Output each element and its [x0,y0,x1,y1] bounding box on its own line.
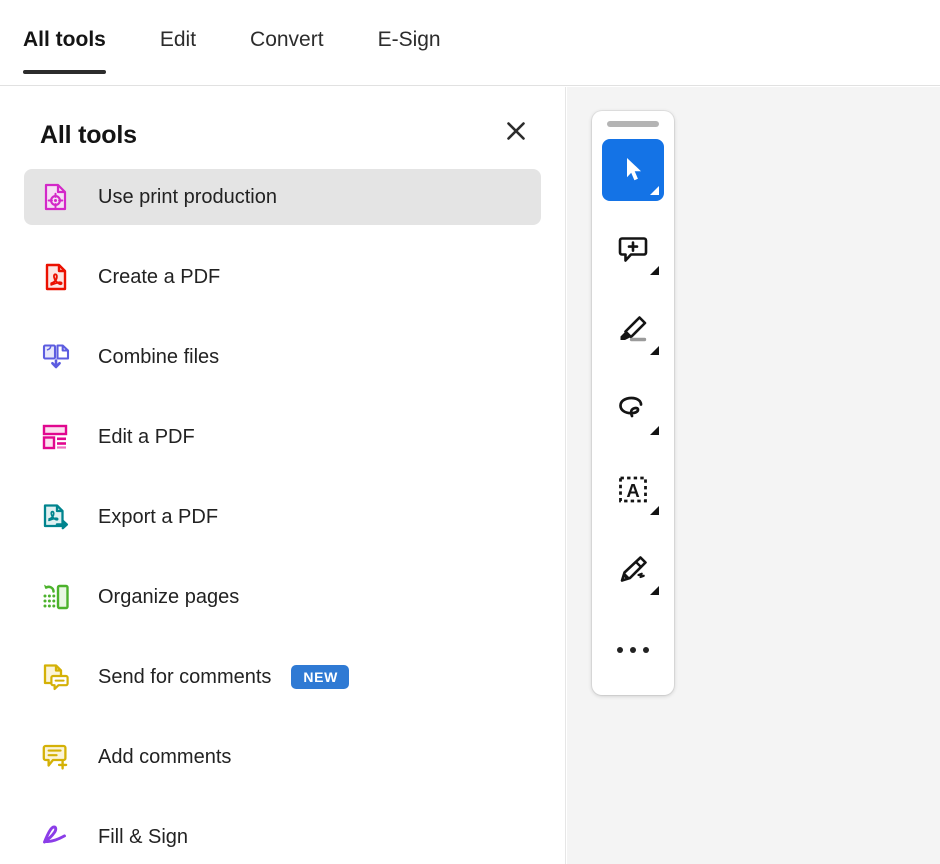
export-pdf-icon [40,501,72,533]
more-tools-button[interactable] [602,619,664,681]
document-view-area: A [567,87,940,864]
floating-tool-toolbar: A [592,111,674,695]
highlight-tool-button[interactable] [602,299,664,361]
chevron-menu-indicator-icon [650,346,659,355]
draw-tool-button[interactable] [602,379,664,441]
signature-tool-button[interactable] [602,539,664,601]
tab-label: Edit [159,28,197,51]
tool-item-combine-files[interactable]: Combine files [24,329,541,385]
ellipsis-icon [617,647,649,653]
tool-item-edit-a-pdf[interactable]: Edit a PDF [24,409,541,465]
tab-label: Convert [250,28,324,51]
tool-item-export-a-pdf[interactable]: Export a PDF [24,489,541,545]
tool-item-label: Send for comments [98,665,272,688]
tool-list: Use print production Create a PDF Combin… [0,169,565,864]
tool-item-label: Use print production [98,185,277,208]
tool-item-use-print-production[interactable]: Use print production [24,169,541,225]
organize-pages-icon [40,581,72,613]
tab-active-underline [23,70,106,74]
tool-item-label: Organize pages [98,585,240,608]
add-comments-icon [40,741,72,773]
panel-header: All tools [0,87,565,169]
acrobat-window: All tools Edit Convert E-Sign All tools [0,0,940,864]
tool-item-label: Add comments [98,745,232,768]
add-comment-tool-button[interactable] [602,219,664,281]
tab-edit[interactable]: Edit [160,0,196,86]
chevron-menu-indicator-icon [650,186,659,195]
tool-item-label: Fill & Sign [98,825,189,848]
tool-item-label: Edit a PDF [98,425,195,448]
tab-label: E-Sign [377,28,441,51]
top-tab-bar: All tools Edit Convert E-Sign [0,0,940,86]
status-badge-new: NEW [291,665,349,689]
tool-item-add-comments[interactable]: Add comments [24,729,541,785]
chevron-menu-indicator-icon [650,586,659,595]
tab-all-tools[interactable]: All tools [23,0,106,86]
print-production-icon [40,181,72,213]
tool-item-label: Export a PDF [98,505,219,528]
select-tool-button[interactable] [602,139,664,201]
send-for-comments-icon [40,661,72,693]
chevron-menu-indicator-icon [650,506,659,515]
tab-label: All tools [23,28,106,51]
tool-item-create-a-pdf[interactable]: Create a PDF [24,249,541,305]
close-icon[interactable] [497,112,535,150]
fill-and-sign-icon [40,821,72,853]
edit-pdf-icon [40,421,72,453]
all-tools-panel: All tools Use print production Create a … [0,87,566,864]
tool-item-send-for-comments[interactable]: Send for comments NEW [24,649,541,705]
combine-files-icon [40,341,72,373]
create-pdf-icon [40,261,72,293]
tool-item-label: Create a PDF [98,265,221,288]
drag-handle[interactable] [607,121,659,127]
text-box-tool-button[interactable]: A [602,459,664,521]
chevron-menu-indicator-icon [650,266,659,275]
tab-e-sign[interactable]: E-Sign [378,0,441,86]
chevron-menu-indicator-icon [650,426,659,435]
tool-item-organize-pages[interactable]: Organize pages [24,569,541,625]
svg-text:A: A [626,480,639,501]
tool-item-fill-and-sign[interactable]: Fill & Sign [24,809,541,864]
tab-convert[interactable]: Convert [250,0,324,86]
tab-list: All tools Edit Convert E-Sign [0,0,940,86]
panel-title: All tools [40,121,137,149]
tool-item-label: Combine files [98,345,220,368]
